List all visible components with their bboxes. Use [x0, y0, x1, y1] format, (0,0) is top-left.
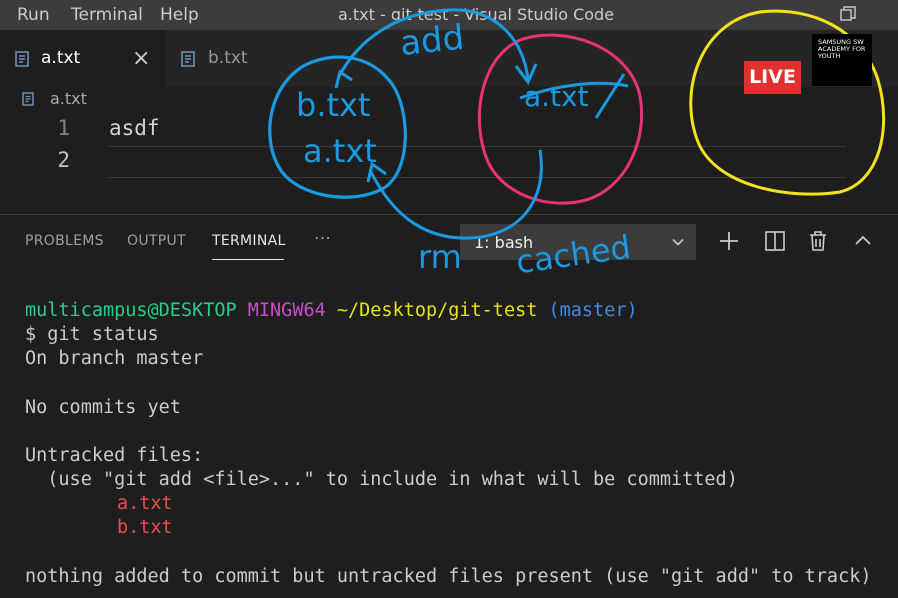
cached-label: cached: [514, 228, 633, 282]
staging-area-circle: [477, 33, 644, 205]
live-badge: LIVE: [744, 61, 801, 94]
add-arrow-head: [334, 63, 538, 89]
add-label: add: [398, 18, 466, 64]
rm-cached-arrow: [368, 149, 543, 240]
samsung-academy-logo: SAMSUNG SW ACADEMY FOR YOUTH: [812, 34, 872, 86]
working-file-label: a.txt: [303, 132, 377, 170]
working-file-label: b.txt: [296, 86, 371, 124]
logo-text: SAMSUNG SW ACADEMY FOR YOUTH: [818, 38, 866, 60]
rm-label: rm: [418, 238, 462, 276]
